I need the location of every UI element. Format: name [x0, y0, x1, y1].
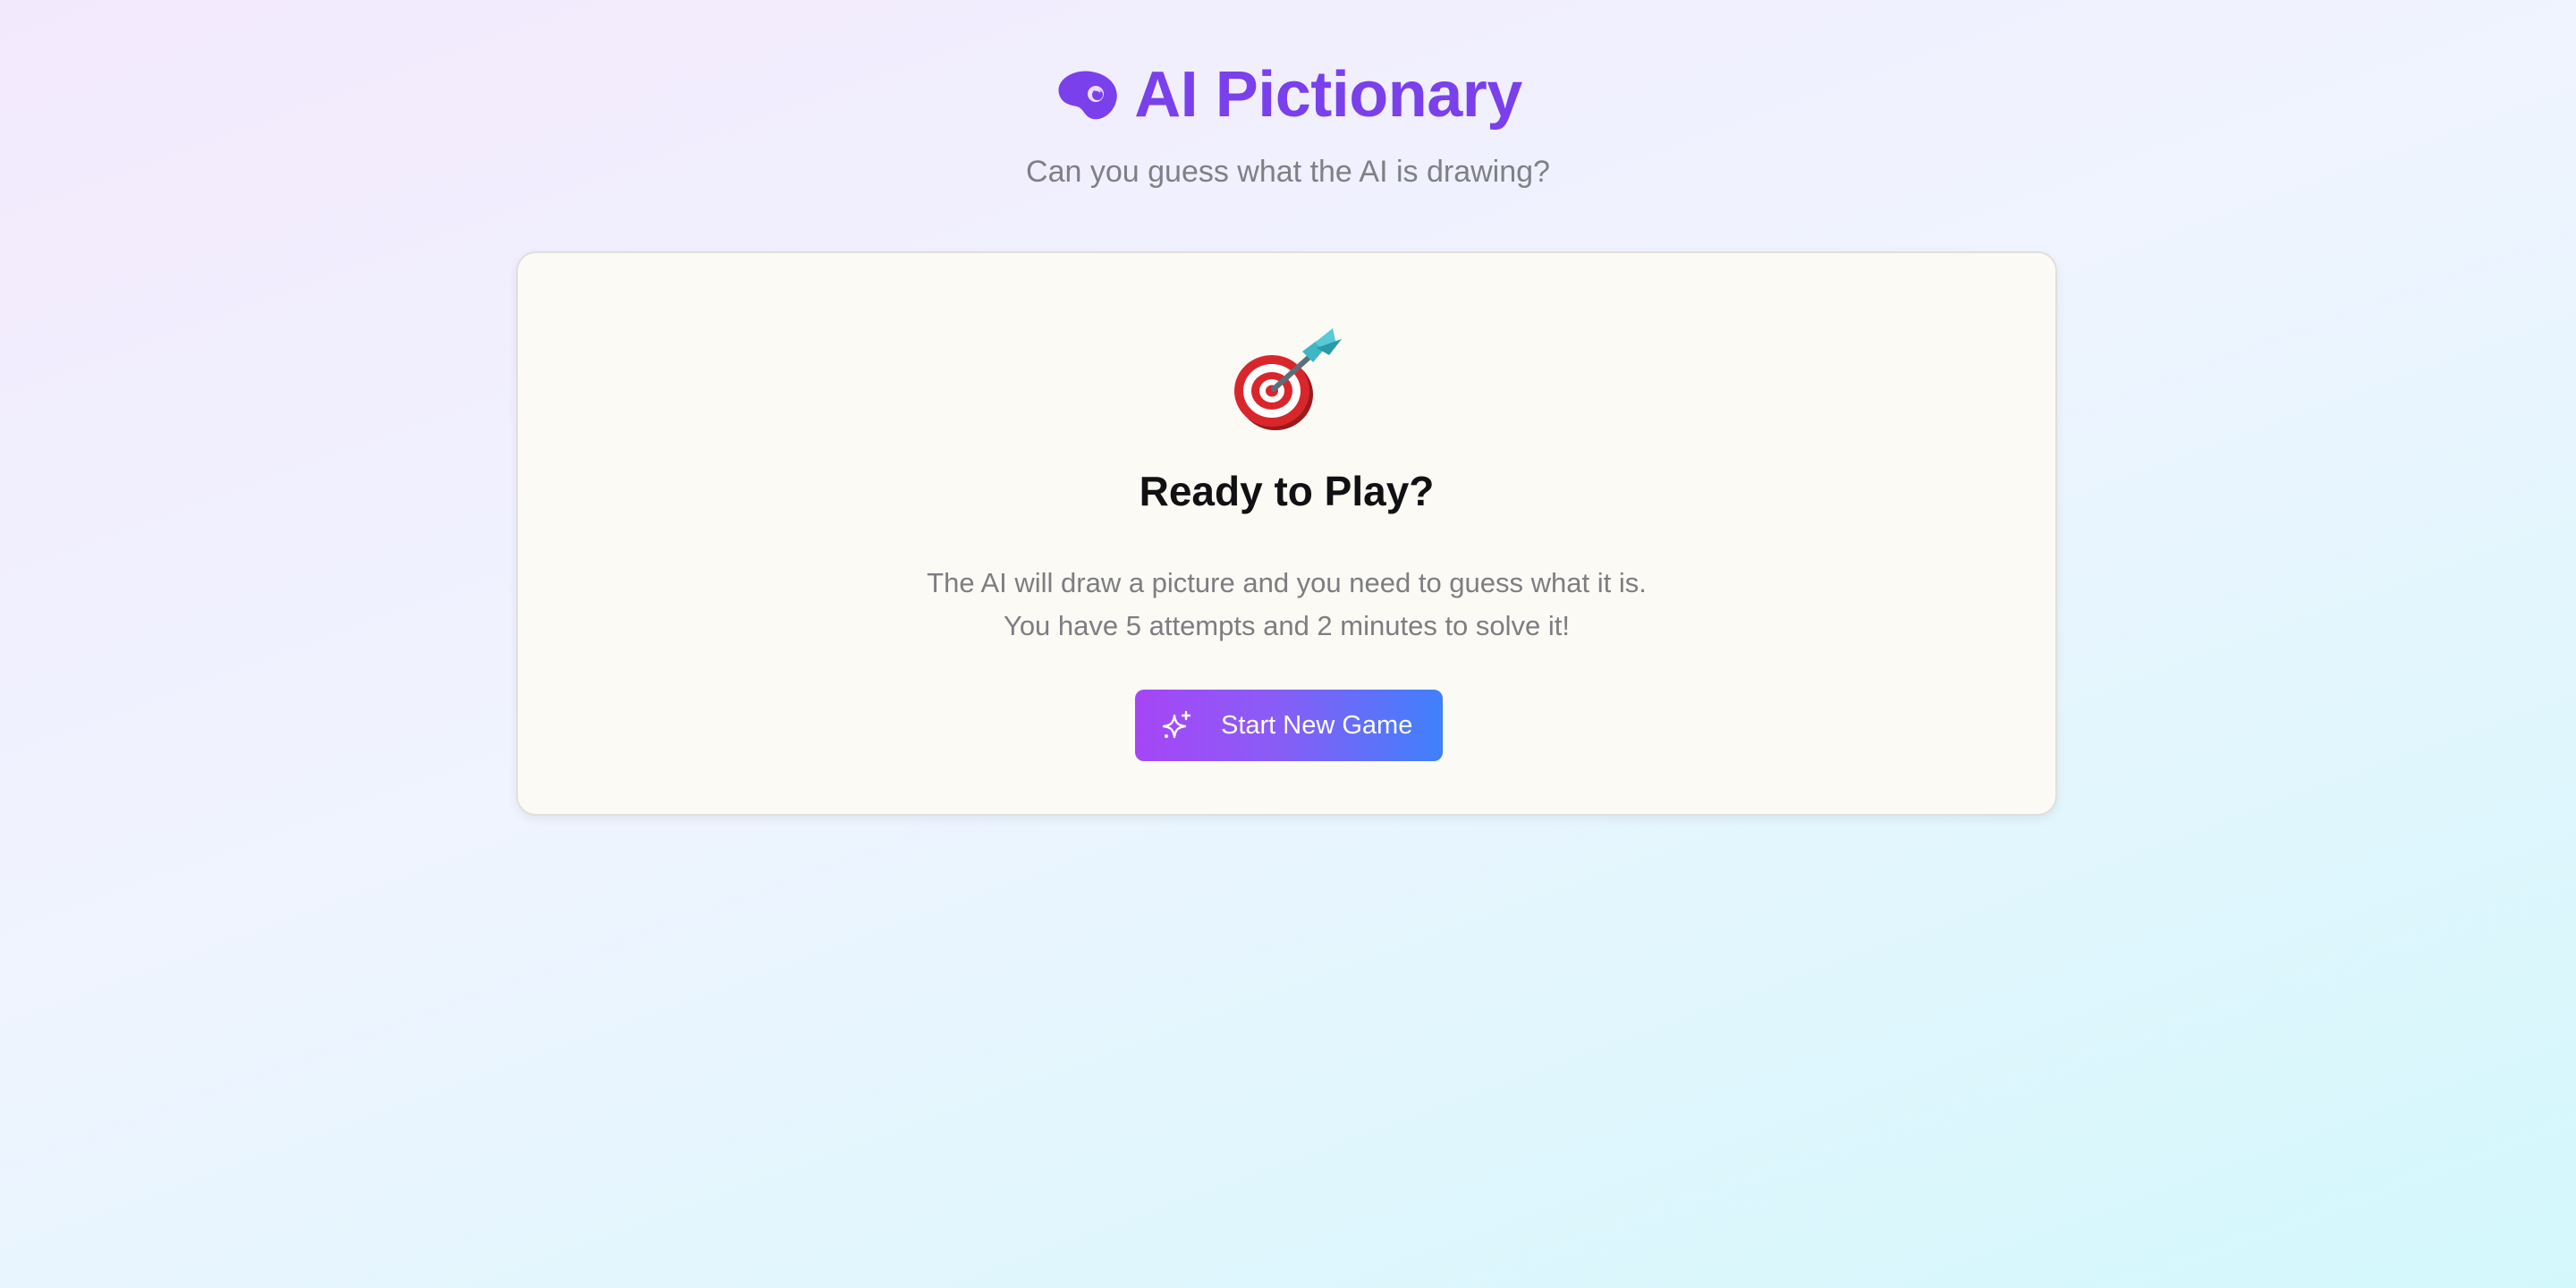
description-line: The AI will draw a picture and you need …: [927, 567, 1647, 598]
palette-icon: [1058, 71, 1117, 120]
title-row: AI Pictionary: [1054, 54, 1522, 136]
sparkles-icon: [1162, 710, 1191, 739]
start-button-label: Start New Game: [1221, 710, 1413, 740]
card-title: Ready to Play?: [1139, 468, 1435, 514]
target-dart-icon: [1234, 328, 1342, 430]
app-title: AI Pictionary: [1134, 59, 1522, 131]
app-subtitle: Can you guess what the AI is drawing?: [1026, 155, 1550, 189]
description-line: You have 5 attempts and 2 minutes to sol…: [1003, 610, 1571, 641]
start-new-game-button[interactable]: Start New Game: [1135, 690, 1443, 761]
card-description: The AI will draw a picture and you need …: [518, 562, 2055, 648]
page-header: AI Pictionary Can you guess what the AI …: [0, 54, 2576, 191]
start-game-card: Ready to Play? The AI will draw a pictur…: [516, 251, 2057, 816]
